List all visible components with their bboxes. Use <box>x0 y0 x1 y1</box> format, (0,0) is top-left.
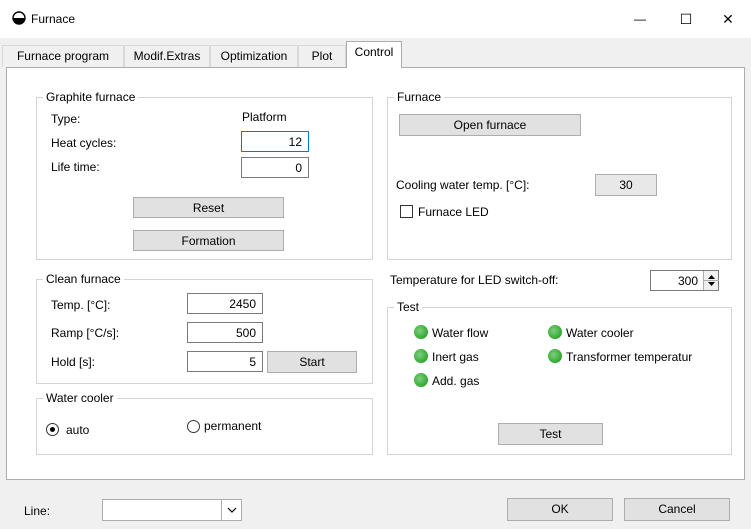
spinner-buttons[interactable] <box>703 271 719 290</box>
cancel-button[interactable]: Cancel <box>624 498 730 521</box>
hold-label: Hold [s]: <box>51 355 96 369</box>
hold-input[interactable]: 5 <box>187 351 263 372</box>
life-time-input[interactable]: 0 <box>241 157 309 178</box>
type-value: Platform <box>242 110 287 124</box>
start-button[interactable]: Start <box>267 351 357 373</box>
line-label: Line: <box>24 504 51 518</box>
led-switch-off-label: Temperature for LED switch-off: <box>390 273 559 287</box>
auto-label: auto <box>66 423 90 437</box>
heat-cycles-input[interactable]: 12 <box>241 131 309 152</box>
open-furnace-button[interactable]: Open furnace <box>399 114 581 136</box>
tab-furnace-program[interactable]: Furnace program <box>2 45 124 67</box>
temp-input[interactable]: 2450 <box>187 293 263 314</box>
type-label: Type: <box>51 112 81 126</box>
line-select-dropdown-button[interactable] <box>221 500 241 520</box>
maximize-button[interactable]: ☐ <box>663 0 709 38</box>
furnace-led-checkbox[interactable] <box>400 205 413 218</box>
cooling-water-temp-label: Cooling water temp. [°C]: <box>396 178 530 192</box>
life-time-label: Life time: <box>51 160 100 174</box>
furnace-led-label: Furnace LED <box>418 205 489 219</box>
auto-radio[interactable] <box>46 423 59 436</box>
graphite-furnace-title: Graphite furnace <box>43 90 139 104</box>
water-cooler-title: Water cooler <box>43 391 117 405</box>
chevron-down-icon <box>227 507 236 513</box>
cooling-water-temp-value: 30 <box>595 174 657 196</box>
ramp-label: Ramp [°C/s]: <box>51 326 120 340</box>
tab-modif-extras[interactable]: Modif.Extras <box>124 45 210 67</box>
water-flow-led-icon <box>414 325 428 339</box>
furnace-app-icon <box>12 11 26 25</box>
tab-plot[interactable]: Plot <box>298 45 346 67</box>
minimize-button[interactable]: — <box>617 0 663 38</box>
tab-optimization[interactable]: Optimization <box>210 45 298 67</box>
test-title: Test <box>394 300 423 314</box>
water-flow-label: Water flow <box>432 326 489 340</box>
tab-control[interactable]: Control <box>346 41 402 68</box>
close-icon: ✕ <box>722 10 734 27</box>
add-gas-label: Add. gas <box>432 374 480 388</box>
transformer-temperature-led-icon <box>548 349 562 363</box>
permanent-radio[interactable] <box>187 420 200 433</box>
formation-button[interactable]: Formation <box>133 230 284 251</box>
maximize-icon: ☐ <box>679 10 693 27</box>
temp-label: Temp. [°C]: <box>51 298 111 312</box>
reset-button[interactable]: Reset <box>133 197 284 218</box>
ramp-input[interactable]: 500 <box>187 322 263 343</box>
water-cooler-led-icon <box>548 325 562 339</box>
minimize-icon: — <box>634 12 646 26</box>
furnace-title: Furnace <box>394 90 445 104</box>
transformer-temperature-label: Transformer temperatur <box>566 350 693 364</box>
add-gas-led-icon <box>414 373 428 387</box>
inert-gas-led-icon <box>414 349 428 363</box>
spinner-arrows-icon <box>704 275 719 286</box>
close-button[interactable]: ✕ <box>705 0 751 38</box>
test-button[interactable]: Test <box>498 423 603 445</box>
inert-gas-label: Inert gas <box>432 350 479 364</box>
clean-furnace-title: Clean furnace <box>43 272 124 286</box>
ok-button[interactable]: OK <box>507 498 613 521</box>
water-cooler-indicator-label: Water cooler <box>566 326 634 340</box>
window-title: Furnace <box>31 12 76 26</box>
line-select[interactable] <box>102 499 242 521</box>
heat-cycles-label: Heat cycles: <box>51 136 117 150</box>
permanent-label: permanent <box>204 419 262 433</box>
led-switch-off-value: 300 <box>677 274 698 288</box>
